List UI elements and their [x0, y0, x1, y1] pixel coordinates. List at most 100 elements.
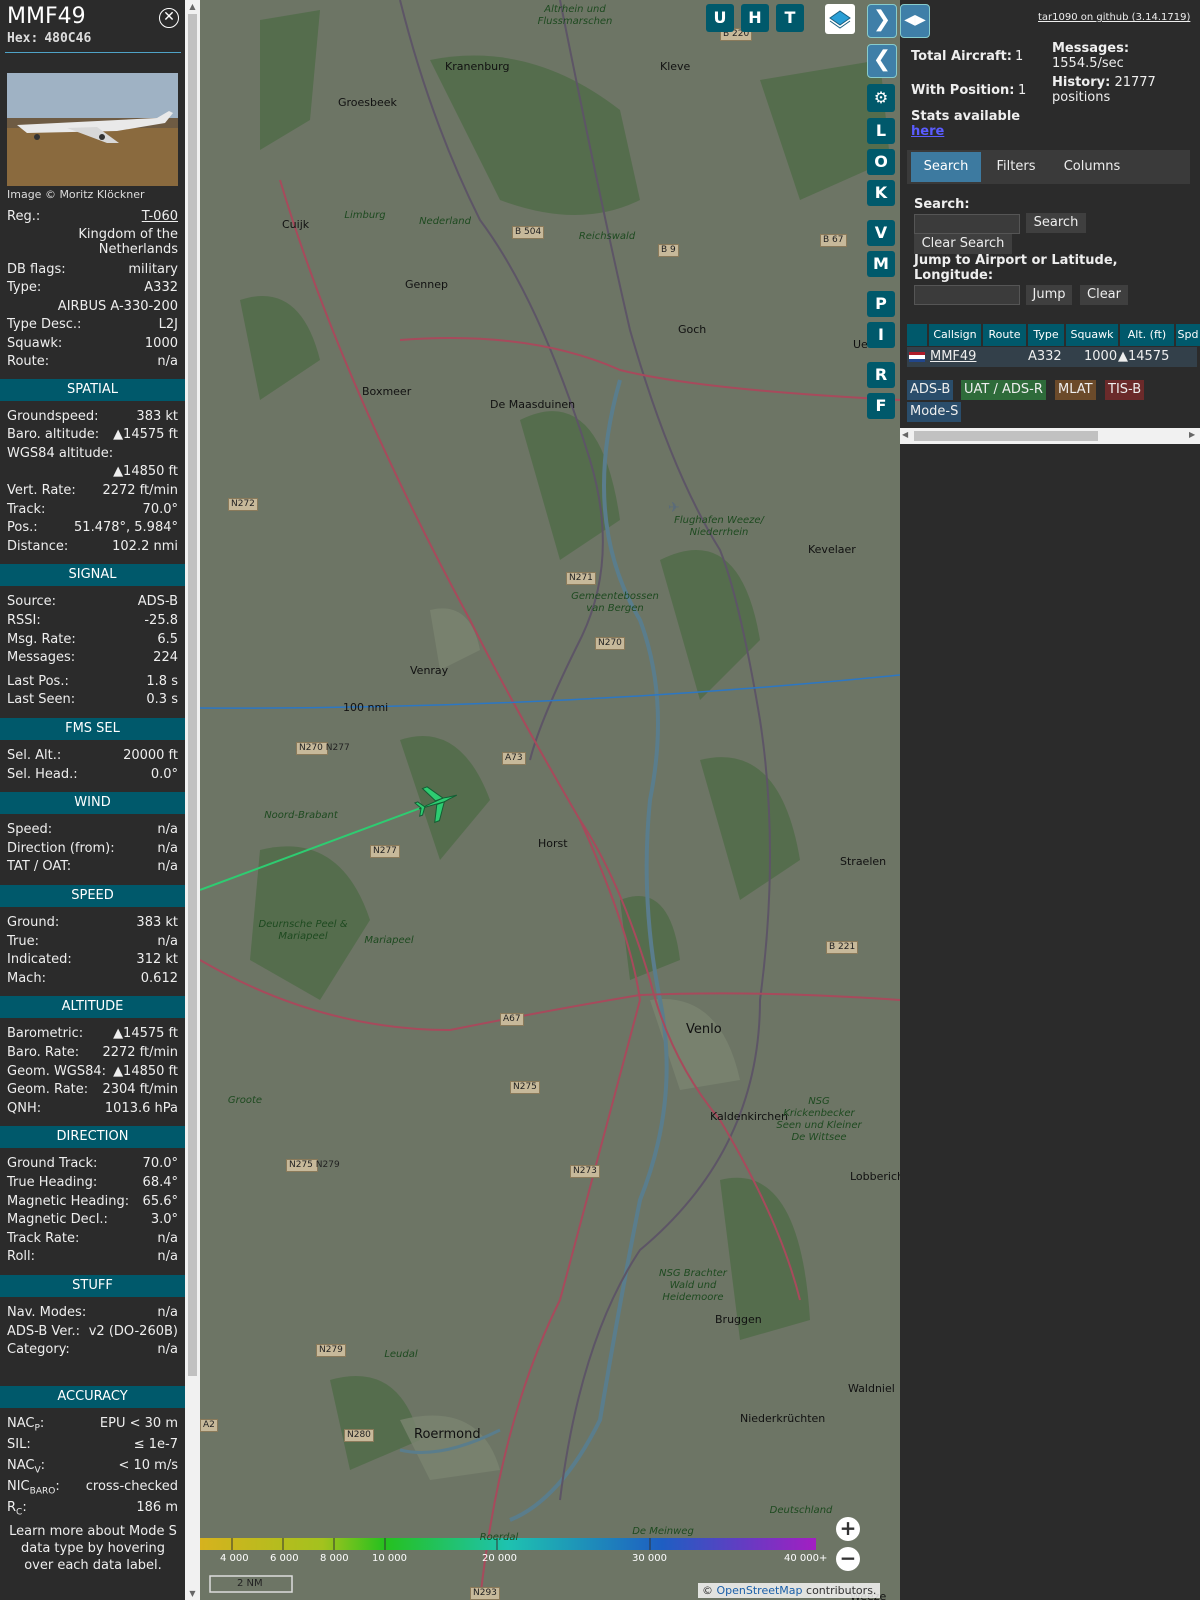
info-key[interactable]: Roll:: [7, 1248, 35, 1266]
stats-link[interactable]: here: [911, 124, 944, 139]
info-key[interactable]: Reg.:: [7, 208, 40, 226]
info-key[interactable]: Direction (from):: [7, 840, 115, 858]
info-key[interactable]: Speed:: [7, 821, 52, 839]
info-key[interactable]: Magnetic Decl.:: [7, 1211, 108, 1229]
toolbar-button-t[interactable]: T: [776, 4, 804, 32]
map-road-label: N270 N277: [296, 742, 350, 755]
expand-right-button[interactable]: ❯: [867, 4, 897, 38]
map-button-p[interactable]: P: [867, 291, 895, 317]
info-key[interactable]: RSSI:: [7, 612, 41, 630]
info-key[interactable]: Squawk:: [7, 335, 62, 353]
info-key[interactable]: Pos.:: [7, 519, 38, 537]
tab-columns[interactable]: Columns: [1051, 152, 1133, 182]
toolbar-button-h[interactable]: H: [741, 4, 769, 32]
map-button-i[interactable]: I: [867, 322, 895, 348]
aircraft-photo[interactable]: [7, 73, 178, 186]
clear-search-button[interactable]: Clear Search: [914, 234, 1012, 254]
column-header[interactable]: Route: [983, 324, 1026, 346]
info-key[interactable]: RC:: [7, 1499, 27, 1522]
jump-button[interactable]: Jump: [1026, 285, 1072, 305]
zoom-in-button[interactable]: +: [836, 1517, 860, 1541]
scroll-left-icon[interactable]: ◀: [902, 430, 908, 439]
info-key[interactable]: Track:: [7, 501, 45, 519]
info-key[interactable]: Type Desc.:: [7, 316, 81, 334]
split-toggle-button[interactable]: ◀▶: [900, 4, 930, 38]
column-header[interactable]: Type: [1028, 324, 1064, 346]
clear-jump-button[interactable]: Clear: [1080, 285, 1128, 305]
osm-link[interactable]: OpenStreetMap: [717, 1584, 803, 1597]
info-row: Ground Track: 70.0°: [7, 1155, 178, 1173]
scroll-down-icon[interactable]: ▼: [188, 1589, 197, 1598]
zoom-out-button[interactable]: −: [836, 1547, 860, 1571]
info-key[interactable]: NACV:: [7, 1457, 45, 1480]
info-key[interactable]: WGS84 altitude:: [7, 445, 113, 463]
info-key[interactable]: Sel. Head.:: [7, 766, 78, 784]
info-key[interactable]: Source:: [7, 593, 56, 611]
column-header[interactable]: Squawk: [1066, 324, 1118, 346]
scroll-up-icon[interactable]: ▲: [188, 2, 197, 11]
search-input[interactable]: [914, 214, 1020, 234]
jump-input[interactable]: [914, 285, 1020, 305]
hscroll-thumb[interactable]: [914, 431, 1098, 441]
map-button-o[interactable]: O: [867, 149, 895, 175]
info-key[interactable]: SIL:: [7, 1436, 31, 1454]
info-key[interactable]: Messages:: [7, 649, 75, 667]
info-key[interactable]: Baro. Rate:: [7, 1044, 79, 1062]
info-key[interactable]: Indicated:: [7, 951, 72, 969]
map-view[interactable]: ✈ Kranenburg Kleve Groesbeek Cuijk Gennep Goc…: [200, 0, 900, 1600]
info-key[interactable]: TAT / OAT:: [7, 858, 71, 876]
info-row: Roll: n/a: [7, 1248, 178, 1266]
info-key[interactable]: Groundspeed:: [7, 408, 98, 426]
info-key[interactable]: Baro. altitude:: [7, 426, 99, 444]
info-key[interactable]: NICBARO:: [7, 1478, 60, 1501]
scroll-right-icon[interactable]: ▶: [1189, 430, 1195, 439]
collapse-left-button[interactable]: ❮: [867, 44, 897, 78]
table-hscrollbar[interactable]: ◀ ▶: [900, 428, 1200, 444]
info-key[interactable]: NACP:: [7, 1415, 44, 1438]
github-link[interactable]: tar1090 on github (3.14.1719): [1038, 12, 1190, 23]
close-icon[interactable]: ✕: [159, 8, 179, 28]
settings-button[interactable]: ⚙: [867, 84, 895, 112]
column-header[interactable]: Callsign: [929, 324, 981, 346]
map-button-l[interactable]: L: [867, 118, 895, 144]
info-key[interactable]: Sel. Alt.:: [7, 747, 61, 765]
info-key[interactable]: Distance:: [7, 538, 68, 556]
info-key[interactable]: ADS-B Ver.:: [7, 1323, 80, 1341]
info-key[interactable]: True Heading:: [7, 1174, 97, 1192]
info-key[interactable]: Ground:: [7, 914, 59, 932]
map-button-f[interactable]: F: [867, 393, 895, 419]
layers-button[interactable]: [825, 4, 855, 34]
info-key[interactable]: Track Rate:: [7, 1230, 79, 1248]
map-button-v[interactable]: V: [867, 220, 895, 246]
toolbar-button-u[interactable]: U: [706, 4, 734, 32]
info-key[interactable]: Vert. Rate:: [7, 482, 76, 500]
info-key[interactable]: Geom. Rate:: [7, 1081, 88, 1099]
map-button-r[interactable]: R: [867, 362, 895, 388]
info-key[interactable]: QNH:: [7, 1100, 41, 1118]
tab-filters[interactable]: Filters: [985, 152, 1047, 182]
info-key[interactable]: Msg. Rate:: [7, 631, 76, 649]
info-key[interactable]: Mach:: [7, 970, 46, 988]
search-button[interactable]: Search: [1026, 213, 1086, 233]
info-key[interactable]: Ground Track:: [7, 1155, 97, 1173]
tab-search[interactable]: Search: [911, 152, 981, 182]
info-key[interactable]: Last Pos.:: [7, 673, 69, 691]
map-area-label: Noord-Brabant: [264, 810, 338, 821]
info-key[interactable]: Barometric:: [7, 1025, 83, 1043]
info-key[interactable]: True:: [7, 933, 39, 951]
map-button-k[interactable]: K: [867, 180, 895, 206]
info-key[interactable]: Category:: [7, 1341, 70, 1359]
map-button-m[interactable]: M: [867, 251, 895, 277]
column-header[interactable]: Spd: [1176, 324, 1200, 346]
info-key[interactable]: DB flags:: [7, 261, 66, 279]
info-key[interactable]: Type:: [7, 279, 41, 297]
row-callsign[interactable]: MMF49: [930, 348, 976, 366]
info-key[interactable]: Last Seen:: [7, 691, 75, 709]
info-value[interactable]: T-060: [142, 208, 178, 226]
column-header[interactable]: Alt. (ft): [1120, 324, 1174, 346]
info-key[interactable]: Route:: [7, 353, 49, 371]
info-key[interactable]: Magnetic Heading:: [7, 1193, 129, 1211]
info-key[interactable]: Nav. Modes:: [7, 1304, 86, 1322]
info-key[interactable]: Geom. WGS84:: [7, 1063, 106, 1081]
scrollbar-thumb[interactable]: [188, 14, 197, 1376]
